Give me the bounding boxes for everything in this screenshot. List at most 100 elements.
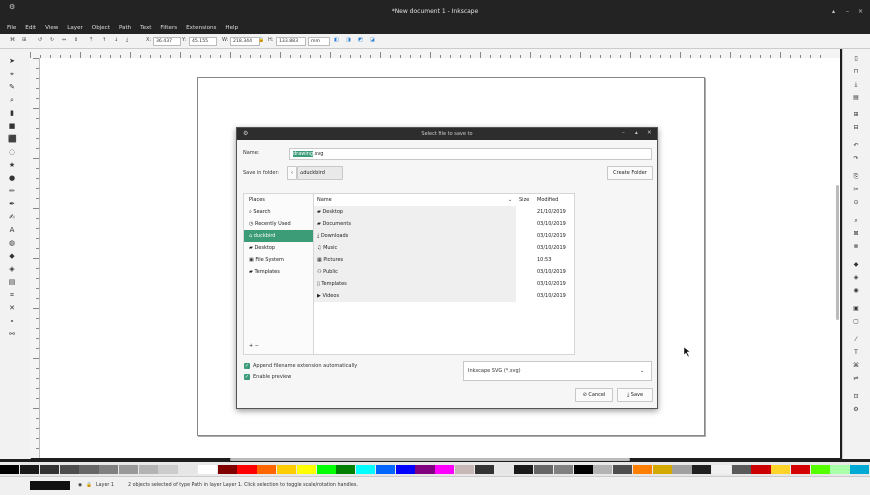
file-row[interactable]: ♫ Music 03/10/2019 — [314, 242, 566, 254]
file-row[interactable]: ⚇ Public 03/10/2019 — [314, 266, 566, 278]
text-font-icon[interactable]: T — [852, 349, 860, 357]
dropper-tool-icon[interactable]: ✕ — [8, 304, 16, 312]
place-home[interactable]: ⌂ duckbird — [244, 230, 314, 242]
color-swatch[interactable] — [138, 464, 158, 474]
bucket-tool-icon[interactable]: ◈ — [8, 265, 16, 273]
column-modified[interactable]: Modified — [537, 194, 558, 206]
align-icon[interactable]: ⇌ — [852, 375, 860, 383]
flip-horizontal-icon[interactable]: ⇔ — [62, 37, 66, 43]
select-all-layers-icon[interactable]: ⊞ — [22, 37, 26, 43]
create-folder-button[interactable]: Create Folder — [607, 166, 653, 180]
scale-corners-icon[interactable]: ◨ — [346, 37, 351, 43]
color-swatch[interactable] — [59, 464, 79, 474]
place-desktop[interactable]: ▰ Desktop — [244, 242, 314, 254]
height-field[interactable]: 133.883 — [276, 37, 306, 46]
zoom-drawing-icon[interactable]: ⊠ — [852, 230, 860, 238]
color-swatch[interactable] — [573, 464, 593, 474]
dialog-close-icon[interactable]: ✕ — [647, 130, 652, 136]
export-icon[interactable]: ⊟ — [852, 124, 860, 132]
path-folder-button[interactable]: ⌂duckbird — [297, 166, 343, 180]
path-back-button[interactable]: ‹ — [287, 166, 297, 180]
color-swatch[interactable] — [435, 464, 455, 474]
measure-tool-icon[interactable]: ▮ — [8, 109, 16, 117]
color-swatch[interactable] — [632, 464, 652, 474]
new-document-icon[interactable]: ▯ — [852, 55, 860, 63]
sort-chevron-icon[interactable]: ⌄ — [508, 194, 512, 206]
current-layer[interactable]: Layer 1 — [96, 483, 114, 488]
menu-view[interactable]: View — [45, 22, 58, 34]
menu-edit[interactable]: Edit — [25, 22, 36, 34]
menu-layer[interactable]: Layer — [67, 22, 83, 34]
color-swatch[interactable] — [830, 464, 850, 474]
file-row[interactable]: ⤓ Downloads 03/10/2019 — [314, 230, 566, 242]
color-swatch[interactable] — [20, 464, 40, 474]
color-swatch[interactable] — [553, 464, 573, 474]
zoom-tool-icon[interactable]: ⌕ — [8, 96, 16, 104]
xml-editor-icon[interactable]: ⌘ — [852, 362, 860, 370]
transform-gradients-icon[interactable]: ◩ — [358, 37, 363, 43]
menu-path[interactable]: Path — [119, 22, 131, 34]
place-recently-used[interactable]: ◷ Recently Used — [244, 218, 314, 230]
zoom-page-icon[interactable]: ⊗ — [852, 243, 860, 251]
lower-icon[interactable]: ↓ — [114, 37, 118, 43]
color-swatch[interactable] — [415, 464, 435, 474]
unlink-clone-icon[interactable]: ◉ — [852, 287, 860, 295]
open-icon[interactable]: ⊓ — [852, 68, 860, 76]
fill-stroke-icon[interactable]: ⁄ — [852, 336, 860, 344]
paste-icon[interactable]: ⊙ — [852, 199, 860, 207]
spray-tool-icon[interactable]: ◍ — [8, 239, 16, 247]
group-icon[interactable]: ▣ — [852, 305, 860, 313]
place-file-system[interactable]: ▣ File System — [244, 254, 314, 266]
circle-tool-icon[interactable]: ◌ — [8, 148, 16, 156]
menu-filters[interactable]: Filters — [160, 22, 177, 34]
tweak-tool-icon[interactable]: ✎ — [8, 83, 16, 91]
color-swatch[interactable] — [356, 464, 376, 474]
y-field[interactable]: 45.155 — [189, 37, 217, 46]
color-swatch[interactable] — [316, 464, 336, 474]
lock-icon[interactable]: 🔒 — [258, 37, 264, 43]
file-row[interactable]: ▰ Documents 03/10/2019 — [314, 218, 566, 230]
unit-select[interactable]: mm — [308, 37, 330, 46]
gradient-tool-icon[interactable]: ▤ — [8, 278, 16, 286]
dialog-minimize-icon[interactable]: – — [622, 130, 625, 136]
append-extension-checkbox[interactable]: ✓ — [244, 363, 250, 369]
window-minimize-icon[interactable]: – — [846, 8, 849, 15]
color-swatch[interactable] — [692, 464, 712, 474]
color-swatch[interactable] — [197, 464, 218, 474]
color-swatch[interactable] — [118, 464, 139, 474]
vertical-scrollbar[interactable] — [836, 185, 839, 320]
color-swatch[interactable] — [474, 464, 494, 474]
scale-stroke-icon[interactable]: ◧ — [334, 37, 339, 43]
flip-vertical-icon[interactable]: ⇕ — [74, 37, 78, 43]
color-swatch[interactable] — [395, 464, 415, 474]
pen-tool-icon[interactable]: ✒ — [8, 200, 16, 208]
file-row[interactable]: ▦ Pictures 10:53 — [314, 254, 551, 266]
color-swatch[interactable] — [672, 464, 692, 474]
color-swatch[interactable] — [850, 464, 870, 474]
file-row[interactable]: ▰ Desktop 21/10/2019 — [314, 206, 566, 218]
color-swatch[interactable] — [257, 464, 277, 474]
color-swatch[interactable] — [771, 464, 791, 474]
color-swatch[interactable] — [217, 464, 237, 474]
undo-icon[interactable]: ↶ — [852, 142, 860, 150]
color-swatch[interactable] — [494, 464, 514, 474]
color-swatch[interactable] — [790, 464, 811, 474]
spiral-tool-icon[interactable]: ● — [8, 174, 16, 182]
color-swatch[interactable] — [99, 464, 119, 474]
file-type-select[interactable]: Inkscape SVG (*.svg) ⌄ — [463, 361, 652, 381]
color-swatch[interactable] — [514, 464, 534, 474]
connector-tool-icon[interactable]: ⬩ — [8, 317, 16, 325]
color-swatch[interactable] — [178, 464, 198, 474]
menu-file[interactable]: File — [7, 22, 16, 34]
rectangle-tool-icon[interactable]: ■ — [8, 122, 16, 130]
color-swatch[interactable] — [652, 464, 672, 474]
add-remove-bookmark-buttons[interactable]: + − — [244, 340, 274, 352]
color-swatch[interactable] — [810, 464, 830, 474]
duplicate-icon[interactable]: ◆ — [852, 261, 860, 269]
color-swatch[interactable] — [751, 464, 771, 474]
menu-object[interactable]: Object — [92, 22, 110, 34]
enable-preview-checkbox[interactable]: ✓ — [244, 374, 250, 380]
file-row[interactable]: ▶ Videos 03/10/2019 — [314, 290, 566, 302]
transform-patterns-icon[interactable]: ◪ — [370, 37, 375, 43]
clone-icon[interactable]: ◈ — [852, 274, 860, 282]
